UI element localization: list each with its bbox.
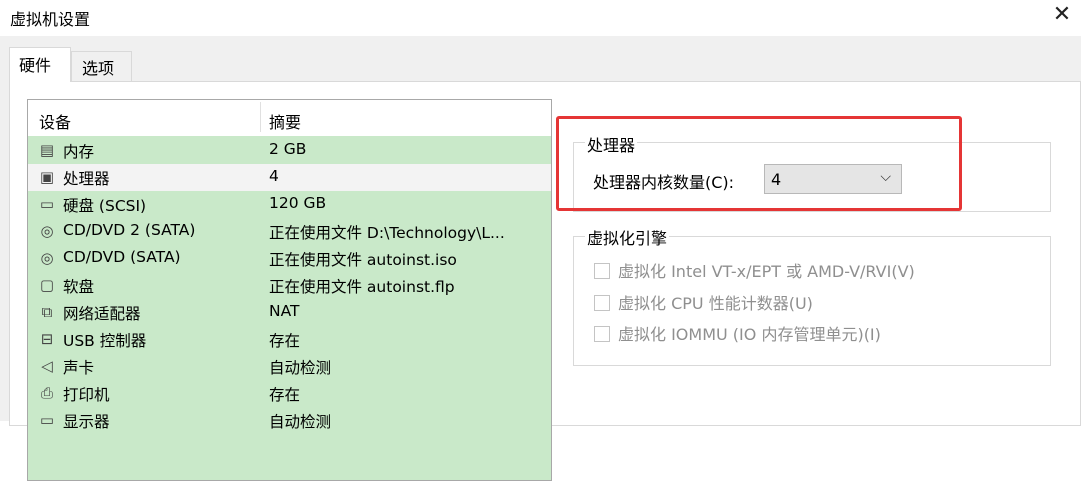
device-summary: NAT	[269, 302, 300, 320]
device-row-memory[interactable]: ▤ 内存 2 GB	[28, 137, 551, 164]
processor-icon: ▣	[39, 168, 55, 186]
window-title: 虚拟机设置	[10, 10, 91, 29]
sound-card-icon: ◁	[41, 357, 53, 375]
device-summary: 正在使用文件 autoinst.iso	[269, 251, 457, 269]
device-summary: 2 GB	[269, 140, 307, 158]
memory-icon: ▤	[39, 141, 55, 159]
device-name: 硬盘 (SCSI)	[63, 197, 147, 215]
usb-controller-icon: ⊟	[40, 330, 54, 348]
device-summary: 正在使用文件 D:\Technology\L...	[269, 224, 505, 242]
device-summary: 自动检测	[269, 413, 332, 431]
device-name: 显示器	[63, 413, 110, 431]
device-row-printer[interactable]: ⎙ 打印机 存在	[28, 380, 551, 407]
device-name: 内存	[63, 143, 95, 161]
tab-hardware[interactable]: 硬件	[9, 47, 71, 82]
device-row-cd-dvd-2[interactable]: ◎ CD/DVD 2 (SATA) 正在使用文件 D:\Technology\L…	[28, 218, 551, 245]
virtualization-group-title: 虚拟化引擎	[585, 225, 670, 249]
device-summary: 自动检测	[269, 359, 332, 377]
tab-options[interactable]: 选项	[71, 51, 132, 81]
device-name: USB 控制器	[63, 332, 147, 350]
dialog-client: 硬件 选项 设备 摘要 ▤ 内存 2 GB ▣ 处理器 4 ▭ 硬盘 (SCSI…	[0, 36, 1081, 481]
network-adapter-icon: ⧉	[41, 303, 53, 321]
device-row-cd-dvd[interactable]: ◎ CD/DVD (SATA) 正在使用文件 autoinst.iso	[28, 245, 551, 272]
checkbox-cpu-counters[interactable]: 虚拟化 CPU 性能计数器(U)	[594, 290, 813, 314]
device-name: 网络适配器	[63, 305, 141, 323]
cd-dvd-icon: ◎	[40, 222, 54, 240]
device-name: 打印机	[63, 386, 110, 404]
checkbox-label: 虚拟化 Intel VT-x/EPT 或 AMD-V/RVI(V)	[618, 262, 915, 281]
floppy-icon: ▢	[39, 276, 55, 294]
device-name: CD/DVD 2 (SATA)	[63, 221, 196, 239]
checkbox-label: 虚拟化 IOMMU (IO 内存管理单元)(I)	[618, 325, 881, 344]
device-name: 声卡	[63, 359, 95, 377]
printer-icon: ⎙	[40, 384, 53, 402]
title-bar: 虚拟机设置 ✕	[0, 0, 1081, 36]
checkbox-box[interactable]	[594, 263, 610, 279]
device-name: 软盘	[63, 278, 95, 296]
checkbox-iommu[interactable]: 虚拟化 IOMMU (IO 内存管理单元)(I)	[594, 321, 881, 345]
device-row-usb-controller[interactable]: ⊟ USB 控制器 存在	[28, 326, 551, 353]
column-header-device[interactable]: 设备	[39, 109, 71, 133]
checkbox-label: 虚拟化 CPU 性能计数器(U)	[618, 294, 813, 313]
device-list-header: 设备 摘要	[28, 100, 551, 136]
device-name: 处理器	[63, 170, 110, 188]
checkbox-box[interactable]	[594, 326, 610, 342]
device-row-network-adapter[interactable]: ⧉ 网络适配器 NAT	[28, 299, 551, 326]
column-header-summary[interactable]: 摘要	[269, 109, 301, 133]
device-name: CD/DVD (SATA)	[63, 248, 181, 266]
display-icon: ▭	[39, 411, 55, 429]
device-row-floppy[interactable]: ▢ 软盘 正在使用文件 autoinst.flp	[28, 272, 551, 299]
device-summary: 4	[269, 167, 279, 185]
checkbox-box[interactable]	[594, 295, 610, 311]
device-row-sound-card[interactable]: ◁ 声卡 自动检测	[28, 353, 551, 380]
device-row-processor[interactable]: ▣ 处理器 4	[28, 164, 551, 191]
column-divider	[260, 102, 261, 132]
close-icon[interactable]: ✕	[1044, 0, 1080, 30]
checkbox-vtx-ept[interactable]: 虚拟化 Intel VT-x/EPT 或 AMD-V/RVI(V)	[594, 258, 915, 282]
cd-dvd-icon: ◎	[40, 249, 54, 267]
device-list[interactable]: 设备 摘要 ▤ 内存 2 GB ▣ 处理器 4 ▭ 硬盘 (SCSI) 120 …	[27, 99, 552, 481]
device-summary: 120 GB	[269, 194, 327, 212]
device-row-hard-disk[interactable]: ▭ 硬盘 (SCSI) 120 GB	[28, 191, 551, 218]
device-summary: 正在使用文件 autoinst.flp	[269, 278, 455, 296]
device-summary: 存在	[269, 332, 301, 350]
highlight-box	[556, 116, 962, 211]
hard-disk-icon: ▭	[39, 195, 55, 213]
device-summary: 存在	[269, 386, 301, 404]
